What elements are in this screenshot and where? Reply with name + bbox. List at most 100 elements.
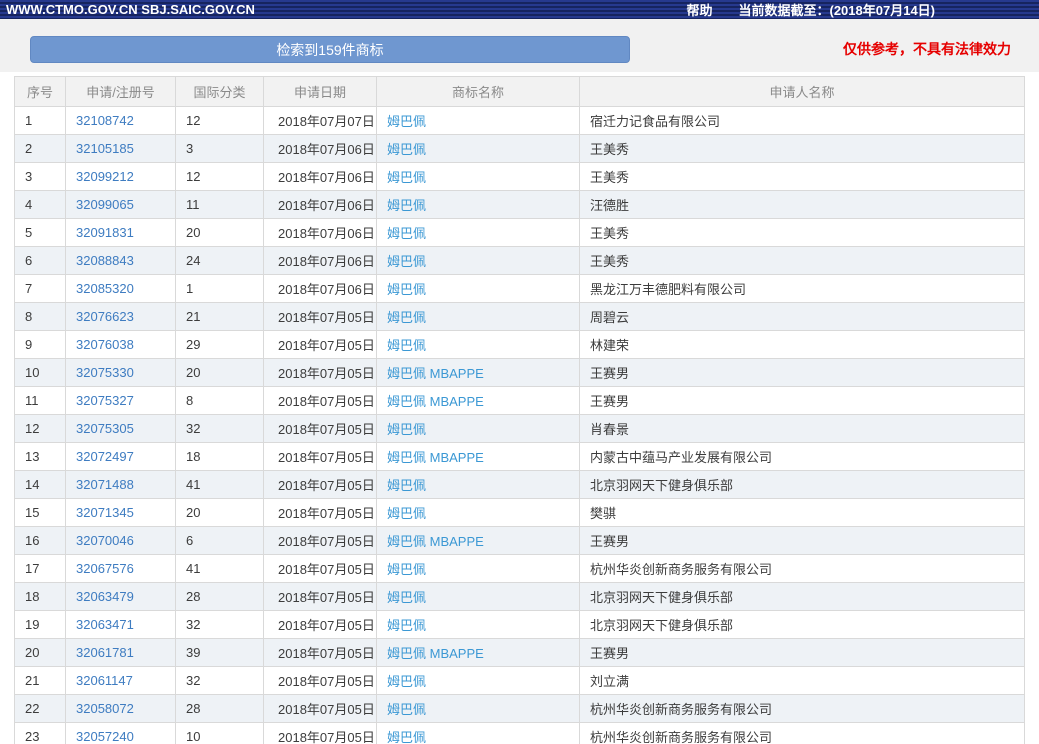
intl-class-cell: 11 [175,190,264,219]
application-number-cell: 32071488 [65,470,176,499]
table-header-row: 序号 申请/注册号 国际分类 申请日期 商标名称 申请人名称 [14,76,1025,107]
application-number-link[interactable]: 32088843 [76,253,134,268]
applicant-name-cell: 王美秀 [579,162,1025,191]
trademark-name-link[interactable]: 姆巴佩 MBAPPE [387,646,484,661]
trademark-name-link[interactable]: 姆巴佩 [387,142,426,157]
applicant-name-cell: 王美秀 [579,218,1025,247]
trademark-name-link[interactable]: 姆巴佩 [387,338,426,353]
trademark-name-link[interactable]: 姆巴佩 [387,282,426,297]
application-number-cell: 32071345 [65,498,176,527]
serial-number-cell: 19 [14,610,66,639]
column-header: 申请人名称 [579,76,1025,107]
applicant-name-cell: 肖春景 [579,414,1025,443]
application-number-cell: 32070046 [65,526,176,555]
trademark-name-link[interactable]: 姆巴佩 MBAPPE [387,450,484,465]
table-row: 2 32105185 3 2018年07月06日 姆巴佩 王美秀 [14,134,1025,163]
table-row: 18 32063479 28 2018年07月05日 姆巴佩 北京羽网天下健身俱… [14,582,1025,611]
help-link[interactable]: 帮助 [686,0,712,19]
application-number-link[interactable]: 32075327 [76,393,134,408]
trademark-name-link[interactable]: 姆巴佩 [387,478,426,493]
application-number-link[interactable]: 32061781 [76,645,134,660]
application-number-cell: 32108742 [65,106,176,135]
trademark-name-link[interactable]: 姆巴佩 [387,198,426,213]
application-number-link[interactable]: 32058072 [76,701,134,716]
applicant-name-cell: 北京羽网天下健身俱乐部 [579,582,1025,611]
application-number-link[interactable]: 32099065 [76,197,134,212]
application-date-cell: 2018年07月05日 [263,442,377,471]
application-number-link[interactable]: 32071345 [76,505,134,520]
application-number-link[interactable]: 32072497 [76,449,134,464]
trademark-name-link[interactable]: 姆巴佩 [387,310,426,325]
application-number-link[interactable]: 32067576 [76,561,134,576]
application-number-cell: 32057240 [65,722,176,744]
result-count-button[interactable]: 检索到159件商标 [30,36,630,63]
application-number-cell: 32091831 [65,218,176,247]
application-date-cell: 2018年07月06日 [263,134,377,163]
application-number-link[interactable]: 32063471 [76,617,134,632]
trademark-name-cell: 姆巴佩 MBAPPE [376,638,580,667]
trademark-name-cell: 姆巴佩 [376,498,580,527]
trademark-name-link[interactable]: 姆巴佩 [387,170,426,185]
application-number-link[interactable]: 32099212 [76,169,134,184]
trademark-name-link[interactable]: 姆巴佩 MBAPPE [387,394,484,409]
trademark-name-link[interactable]: 姆巴佩 [387,422,426,437]
application-number-cell: 32063471 [65,610,176,639]
application-number-link[interactable]: 32091831 [76,225,134,240]
application-number-cell: 32075327 [65,386,176,415]
application-number-cell: 32063479 [65,582,176,611]
applicant-name-cell: 黑龙江万丰德肥料有限公司 [579,274,1025,303]
trademark-name-cell: 姆巴佩 [376,106,580,135]
trademark-name-link[interactable]: 姆巴佩 [387,730,426,744]
application-date-cell: 2018年07月05日 [263,610,377,639]
application-number-cell: 32061147 [65,666,176,695]
application-number-link[interactable]: 32085320 [76,281,134,296]
trademark-name-link[interactable]: 姆巴佩 MBAPPE [387,366,484,381]
application-number-link[interactable]: 32070046 [76,533,134,548]
column-header: 申请日期 [263,76,377,107]
intl-class-cell: 20 [175,218,264,247]
trademark-name-cell: 姆巴佩 MBAPPE [376,358,580,387]
trademark-name-link[interactable]: 姆巴佩 [387,618,426,633]
application-number-link[interactable]: 32071488 [76,477,134,492]
site-title: WWW.CTMO.GOV.CN SBJ.SAIC.GOV.CN [6,2,255,17]
application-number-link[interactable]: 32076623 [76,309,134,324]
application-number-link[interactable]: 32076038 [76,337,134,352]
applicant-name-cell: 内蒙古中蕴马产业发展有限公司 [579,442,1025,471]
trademark-name-link[interactable]: 姆巴佩 [387,674,426,689]
trademark-name-link[interactable]: 姆巴佩 [387,226,426,241]
application-number-cell: 32088843 [65,246,176,275]
trademark-name-cell: 姆巴佩 [376,218,580,247]
application-number-link[interactable]: 32063479 [76,589,134,604]
trademark-name-cell: 姆巴佩 [376,414,580,443]
application-number-link[interactable]: 32075330 [76,365,134,380]
trademark-name-link[interactable]: 姆巴佩 [387,562,426,577]
table-row: 5 32091831 20 2018年07月06日 姆巴佩 王美秀 [14,218,1025,247]
applicant-name-cell: 王赛男 [579,386,1025,415]
trademark-name-link[interactable]: 姆巴佩 [387,702,426,717]
application-number-link[interactable]: 32108742 [76,113,134,128]
intl-class-cell: 39 [175,638,264,667]
applicant-name-cell: 周碧云 [579,302,1025,331]
application-date-cell: 2018年07月05日 [263,666,377,695]
serial-number-cell: 20 [14,638,66,667]
intl-class-cell: 12 [175,162,264,191]
trademark-name-link[interactable]: 姆巴佩 MBAPPE [387,534,484,549]
application-date-cell: 2018年07月06日 [263,162,377,191]
trademark-name-link[interactable]: 姆巴佩 [387,506,426,521]
application-number-link[interactable]: 32075305 [76,421,134,436]
application-number-link[interactable]: 32105185 [76,141,134,156]
applicant-name-cell: 林建荣 [579,330,1025,359]
trademark-name-link[interactable]: 姆巴佩 [387,114,426,129]
intl-class-cell: 24 [175,246,264,275]
column-header: 序号 [14,76,66,107]
trademark-name-cell: 姆巴佩 [376,722,580,744]
trademark-name-cell: 姆巴佩 [376,470,580,499]
intl-class-cell: 32 [175,414,264,443]
application-number-link[interactable]: 32057240 [76,729,134,744]
data-cutoff-label: 当前数据截至：(2018年07月14日) [738,3,936,18]
trademark-name-link[interactable]: 姆巴佩 [387,590,426,605]
trademark-name-link[interactable]: 姆巴佩 [387,254,426,269]
application-number-link[interactable]: 32061147 [76,673,133,688]
column-header: 国际分类 [175,76,264,107]
table-row: 23 32057240 10 2018年07月05日 姆巴佩 杭州华炎创新商务服… [14,722,1025,744]
